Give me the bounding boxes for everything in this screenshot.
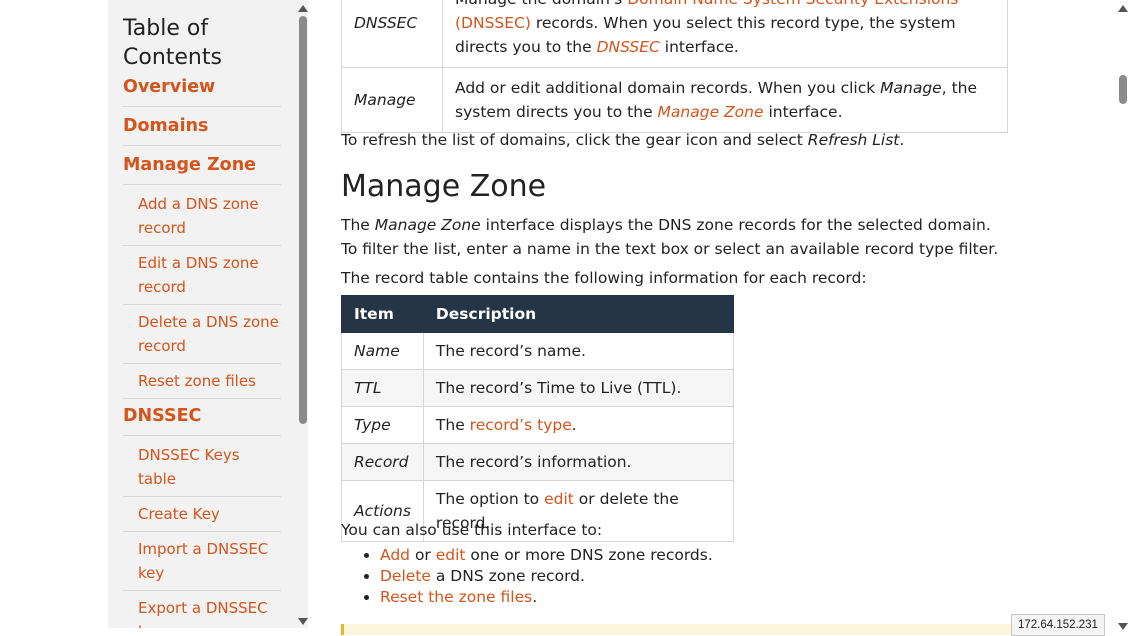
refresh-end: . [899, 131, 905, 149]
manage-zone-link[interactable]: Manage Zone [658, 103, 764, 121]
list-text: or [410, 546, 436, 564]
table-cell-description: The record’s Time to Live (TTL). [422, 369, 735, 407]
delete-record-link[interactable]: Delete [380, 567, 431, 585]
page-scrollbar-thumb[interactable] [1119, 75, 1127, 104]
toc-scrollbar-thumb[interactable] [299, 16, 307, 424]
table-cell-description: The record’s type. [422, 406, 735, 444]
refresh-instructions: To refresh the list of domains, click th… [341, 128, 904, 152]
desc-text: . [571, 416, 577, 434]
reset-zone-files-link[interactable]: Reset the zone files [380, 588, 532, 606]
table-cell-item: Name [341, 332, 424, 370]
intro-text: The [341, 216, 375, 234]
intro-emphasis: Manage Zone [374, 216, 481, 234]
table-cell-item: Manage [341, 67, 443, 133]
table-of-contents: Table of Contents Overview Domains Manag… [108, 0, 308, 628]
table-cell-description: The record’s information. [422, 443, 735, 481]
table-header-row: Item Description [341, 295, 735, 333]
status-ip-badge: 172.64.152.231 [1011, 614, 1105, 636]
manage-zone-heading: Manage Zone [341, 169, 547, 204]
toc-scroll-up-arrow-icon[interactable] [298, 5, 308, 12]
toc-item-overview[interactable]: Overview [123, 75, 281, 107]
table-cell-item: DNSSEC [341, 0, 443, 68]
list-text: one or more DNS zone records. [465, 546, 713, 564]
note-callout [341, 624, 1014, 635]
column-header-description: Description [422, 295, 735, 333]
edit-records-link[interactable]: edit [436, 546, 466, 564]
table-row: Name The record’s name. [341, 332, 735, 370]
record-type-link[interactable]: record’s type [470, 416, 572, 434]
manage-zone-intro: The Manage Zone interface displays the D… [341, 213, 1001, 261]
also-use-intro: You can also use this interface to: [341, 521, 603, 539]
toc-scroll-down-arrow-icon[interactable] [298, 618, 308, 625]
toc-item-manage-zone[interactable]: Manage Zone [123, 153, 281, 185]
table-row: Type The record’s type. [341, 406, 735, 444]
desc-text: interface. [659, 38, 739, 56]
toc-item-delete-dns-zone-record[interactable]: Delete a DNS zone record [123, 310, 281, 364]
list-item: Add or edit one or more DNS zone records… [380, 545, 713, 566]
list-item: Delete a DNS zone record. [380, 566, 713, 587]
desc-text: The option to [435, 490, 545, 508]
toc-item-dnssec-keys-table[interactable]: DNSSEC Keys table [123, 443, 281, 497]
list-text: a DNS zone record. [430, 567, 585, 585]
toc-item-dnssec[interactable]: DNSSEC [123, 404, 281, 436]
dnssec-interface-link[interactable]: DNSSEC [597, 38, 660, 56]
table-row: Manage Add or edit additional domain rec… [341, 67, 1008, 133]
domain-actions-table: DNSSEC Manage the domain's Domain Name S… [341, 0, 1008, 133]
edit-record-link[interactable]: edit [544, 490, 574, 508]
toc-item-edit-dns-zone-record[interactable]: Edit a DNS zone record [123, 251, 281, 305]
record-table-caption: The record table contains the following … [341, 269, 867, 287]
toc-list: Table of Contents Overview Domains Manag… [123, 14, 281, 628]
desc-text: Manage the domain's [455, 0, 627, 8]
desc-text: The [435, 416, 470, 434]
list-item: Reset the zone files. [380, 587, 713, 608]
desc-text: interface. [763, 103, 843, 121]
toc-item-create-key[interactable]: Create Key [123, 502, 281, 532]
table-row: DNSSEC Manage the domain's Domain Name S… [341, 0, 1008, 68]
table-cell-description: The record’s name. [422, 332, 735, 370]
list-text: . [532, 588, 538, 606]
table-cell-item: Type [341, 406, 424, 444]
table-cell-item: TTL [341, 369, 424, 407]
table-cell-item: Record [341, 443, 424, 481]
toc-item-import-dnssec-key[interactable]: Import a DNSSEC key [123, 537, 281, 591]
desc-emphasis: Manage [880, 79, 942, 97]
record-table: Item Description Name The record’s name.… [341, 295, 735, 542]
toc-item-domains[interactable]: Domains [123, 114, 281, 146]
toc-item-export-dnssec-key[interactable]: Export a DNSSEC key [123, 596, 281, 628]
toc-item-reset-zone-files[interactable]: Reset zone files [123, 369, 281, 399]
table-row: TTL The record’s Time to Live (TTL). [341, 369, 735, 407]
refresh-text: To refresh the list of domains, click th… [341, 131, 808, 149]
table-cell-description: Manage the domain's Domain Name System S… [442, 0, 1008, 68]
page-scroll-down-arrow-icon[interactable] [1118, 623, 1128, 630]
refresh-list-emphasis: Refresh List [807, 131, 900, 149]
desc-text: Add or edit additional domain records. W… [455, 79, 881, 97]
uses-list: Add or edit one or more DNS zone records… [341, 545, 713, 608]
column-header-item: Item [341, 295, 424, 333]
table-cell-description: Add or edit additional domain records. W… [442, 67, 1008, 133]
add-records-link[interactable]: Add [380, 546, 410, 564]
toc-item-add-dns-zone-record[interactable]: Add a DNS zone record [123, 192, 281, 246]
table-row: Record The record’s information. [341, 443, 735, 481]
toc-title: Table of Contents [123, 16, 222, 70]
page-scroll-up-arrow-icon[interactable] [1118, 5, 1128, 12]
